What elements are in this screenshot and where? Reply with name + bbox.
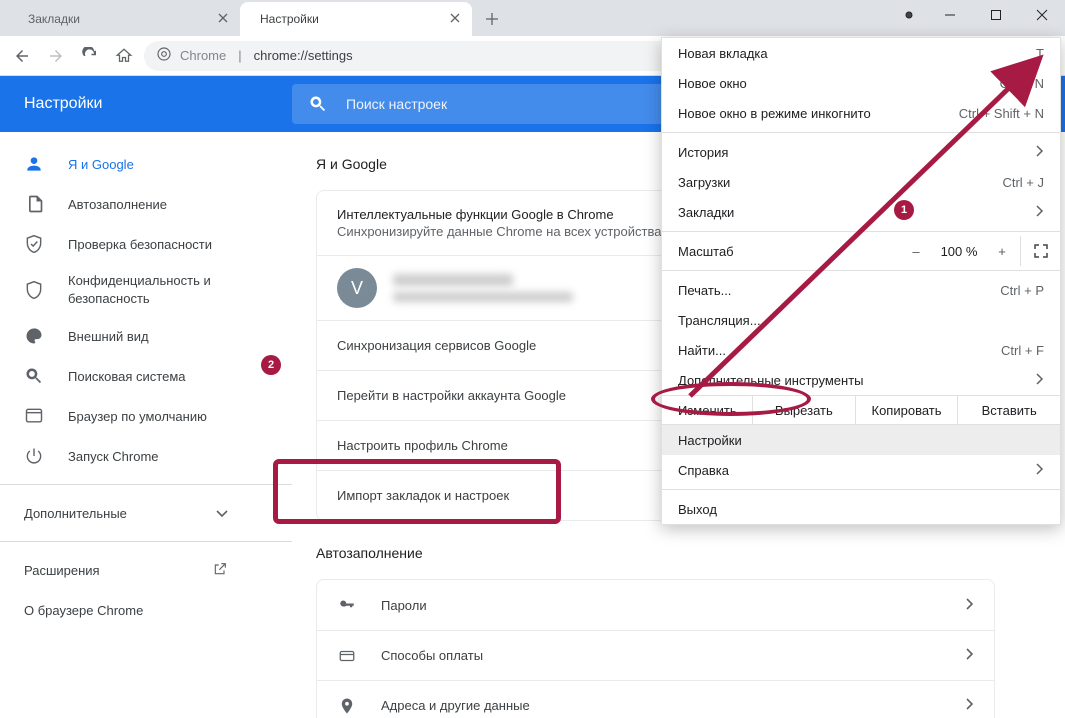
chevron-right-icon — [1036, 145, 1044, 160]
palette-icon — [24, 326, 44, 346]
nav-advanced[interactable]: Дополнительные — [0, 493, 292, 533]
address-path: chrome://settings — [254, 48, 353, 63]
menu-new-window[interactable]: Новое окноCtrl + N — [662, 68, 1060, 98]
annotation-badge-1: 1 — [894, 200, 914, 220]
menu-new-tab[interactable]: Новая вкладкаT — [662, 38, 1060, 68]
forward-button[interactable] — [42, 42, 70, 70]
blurred-text — [393, 274, 513, 286]
open-external-icon — [212, 561, 228, 580]
settings-sidebar: Настройки Я и Google Автозаполнение Пров… — [0, 76, 292, 718]
maximize-button[interactable] — [973, 0, 1019, 30]
menu-help[interactable]: Справка — [662, 455, 1060, 485]
menu-copy[interactable]: Копировать — [855, 396, 958, 424]
settings-title: Настройки — [0, 76, 292, 132]
reload-button[interactable] — [76, 42, 104, 70]
chevron-right-icon — [966, 648, 974, 663]
zoom-in-button[interactable]: + — [984, 236, 1020, 266]
annotation-badge-2: 2 — [261, 355, 281, 375]
search-icon — [308, 94, 328, 114]
browser-tab-settings[interactable]: Настройки — [240, 2, 472, 36]
menu-downloads[interactable]: ЗагрузкиCtrl + J — [662, 167, 1060, 197]
credit-card-icon — [337, 647, 357, 665]
menu-find[interactable]: Найти...Ctrl + F — [662, 335, 1060, 365]
close-icon[interactable] — [450, 12, 460, 26]
clipboard-icon — [24, 194, 44, 214]
back-button[interactable] — [8, 42, 36, 70]
nav-on-startup[interactable]: Запуск Chrome — [0, 436, 292, 476]
nav-autofill[interactable]: Автозаполнение — [0, 184, 292, 224]
close-window-button[interactable] — [1019, 0, 1065, 30]
chrome-icon — [156, 46, 172, 65]
nav-appearance[interactable]: Внешний вид — [0, 316, 292, 356]
shield-check-icon — [24, 234, 44, 254]
chrome-main-menu: Новая вкладкаT Новое окноCtrl + N Новое … — [661, 37, 1061, 525]
row-addresses[interactable]: Адреса и другие данные — [317, 680, 994, 718]
chevron-down-icon — [216, 506, 228, 521]
account-dot-icon[interactable] — [891, 0, 927, 30]
menu-zoom: Масштаб – 100 % + — [662, 236, 1060, 266]
card-autofill: Пароли Способы оплаты Адреса и другие да… — [316, 579, 995, 718]
home-button[interactable] — [110, 42, 138, 70]
profile-avatar-large: V — [337, 268, 377, 308]
chevron-right-icon — [1036, 463, 1044, 478]
chevron-right-icon — [1036, 205, 1044, 220]
row-passwords[interactable]: Пароли — [317, 580, 994, 630]
tab-title: Закладки — [28, 12, 80, 26]
browser-icon — [24, 406, 44, 426]
nav-search-engine[interactable]: Поисковая система — [0, 356, 292, 396]
blurred-text — [393, 292, 573, 302]
menu-print[interactable]: Печать...Ctrl + P — [662, 275, 1060, 305]
zoom-out-button[interactable]: – — [898, 236, 934, 266]
menu-bookmarks[interactable]: Закладки — [662, 197, 1060, 227]
menu-edit-row: Изменить Вырезать Копировать Вставить — [662, 395, 1060, 425]
power-icon — [24, 446, 44, 466]
menu-cut[interactable]: Вырезать — [752, 396, 855, 424]
close-icon[interactable] — [218, 12, 228, 26]
menu-settings[interactable]: Настройки — [662, 425, 1060, 455]
menu-paste[interactable]: Вставить — [957, 396, 1060, 424]
menu-incognito[interactable]: Новое окно в режиме инкогнитоCtrl + Shif… — [662, 98, 1060, 128]
chevron-right-icon — [1036, 373, 1044, 388]
nav-extensions[interactable]: Расширения — [0, 550, 292, 590]
menu-more-tools[interactable]: Дополнительные инструменты — [662, 365, 1060, 395]
fullscreen-button[interactable] — [1020, 236, 1060, 266]
row-payments[interactable]: Способы оплаты — [317, 630, 994, 680]
nav-safety-check[interactable]: Проверка безопасности — [0, 224, 292, 264]
window-titlebar: Закладки Настройки — [0, 0, 1065, 36]
tab-title: Настройки — [260, 12, 319, 26]
chevron-right-icon — [966, 698, 974, 713]
shield-icon — [24, 280, 44, 300]
nav-me-and-google[interactable]: Я и Google — [0, 144, 292, 184]
menu-exit[interactable]: Выход — [662, 494, 1060, 524]
nav-privacy[interactable]: Конфиденциальность и безопасность — [0, 264, 292, 316]
search-icon — [24, 366, 44, 386]
nav-default-browser[interactable]: Браузер по умолчанию — [0, 396, 292, 436]
minimize-button[interactable] — [927, 0, 973, 30]
person-icon — [24, 154, 44, 174]
chevron-right-icon — [966, 598, 974, 613]
new-tab-button[interactable] — [478, 5, 506, 33]
browser-tab-bookmarks[interactable]: Закладки — [8, 2, 240, 36]
menu-history[interactable]: История — [662, 137, 1060, 167]
section-heading: Автозаполнение — [316, 545, 1065, 561]
address-prefix: Chrome — [180, 48, 226, 63]
key-icon — [337, 596, 357, 614]
zoom-percent: 100 % — [934, 244, 984, 259]
menu-cast[interactable]: Трансляция... — [662, 305, 1060, 335]
location-icon — [337, 697, 357, 715]
nav-about-chrome[interactable]: О браузере Chrome — [0, 590, 292, 630]
